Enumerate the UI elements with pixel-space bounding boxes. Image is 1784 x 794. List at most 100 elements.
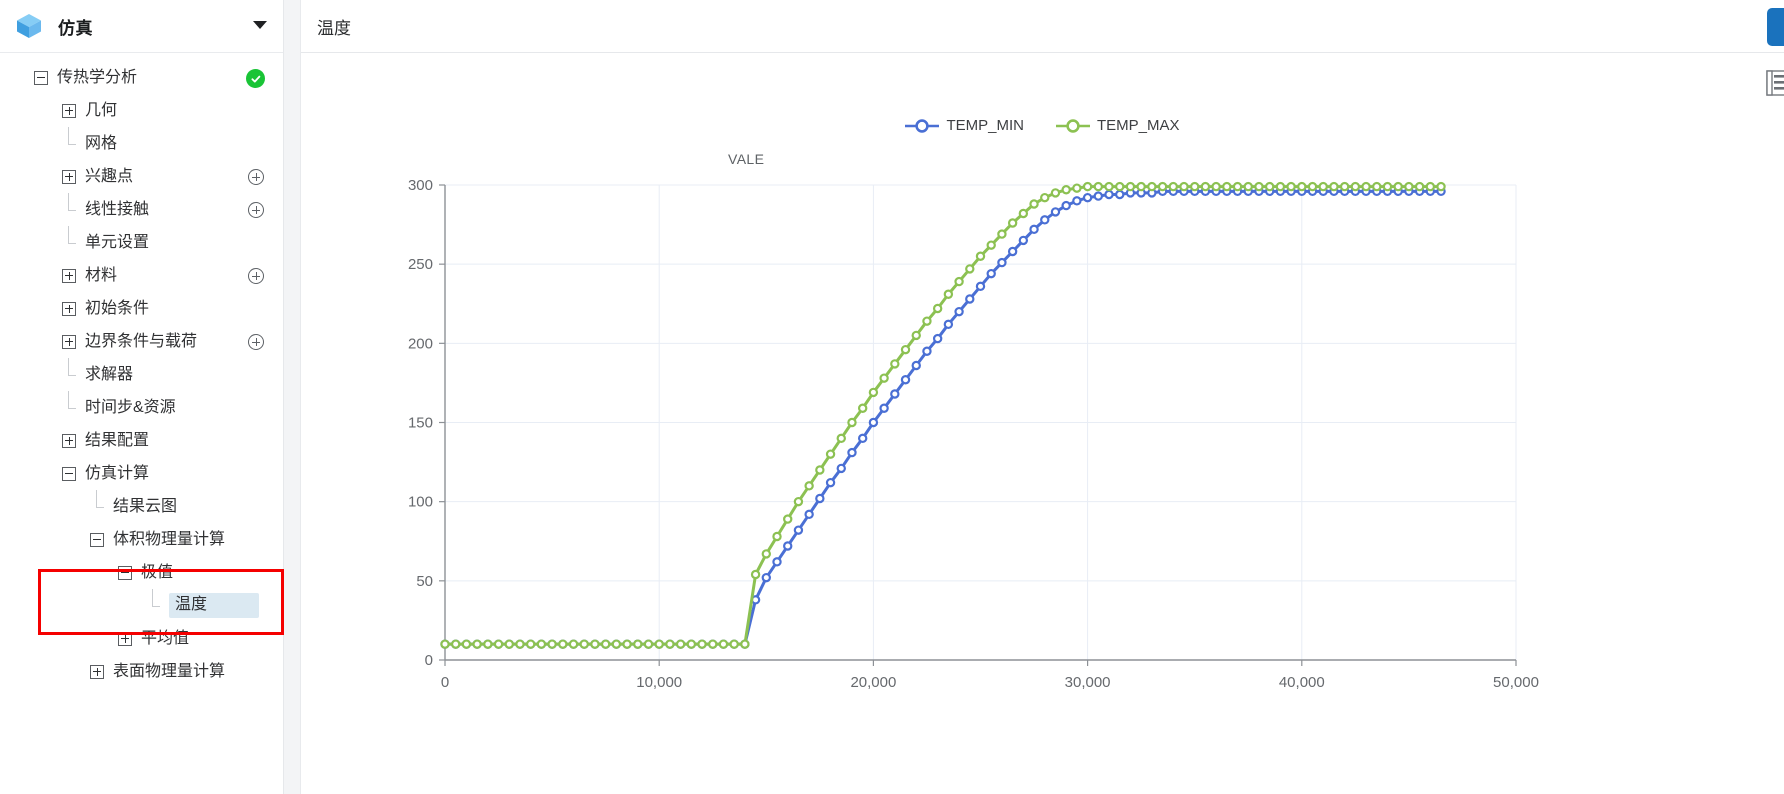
data-point: [1361, 181, 1371, 192]
data-point: [579, 639, 589, 649]
data-point: [900, 344, 911, 355]
data-point: [997, 229, 1007, 239]
tree-item-label: 时间步&资源: [85, 398, 176, 416]
data-point: [1125, 181, 1136, 192]
collapse-icon[interactable]: [118, 565, 132, 580]
tree-item-15[interactable]: 极值: [0, 556, 283, 589]
expand-icon[interactable]: [62, 103, 76, 118]
tree-item-7[interactable]: 初始条件: [0, 292, 283, 325]
add-item-icon[interactable]: [248, 268, 264, 284]
data-point: [986, 268, 996, 279]
data-point: [1179, 181, 1189, 192]
tree-item-label: 初始条件: [85, 299, 150, 317]
data-point: [1029, 224, 1039, 235]
tree-item-label: 表面物理量计算: [113, 662, 226, 680]
data-point: [761, 572, 771, 583]
x-tick-label: 0: [441, 674, 449, 691]
data-point: [1018, 235, 1029, 246]
data-point: [965, 264, 975, 274]
data-point: [1404, 181, 1414, 192]
data-point: [954, 276, 964, 287]
tree-item-6[interactable]: 材料: [0, 259, 283, 292]
tree-item-17[interactable]: 平均值: [0, 622, 283, 655]
data-point: [1061, 200, 1071, 211]
data-point: [868, 417, 879, 428]
data-point: [750, 569, 761, 580]
tree-item-9[interactable]: 求解器: [0, 357, 283, 391]
data-point: [1264, 181, 1275, 192]
tree-item-10[interactable]: 时间步&资源: [0, 390, 283, 424]
tree-item-18[interactable]: 表面物理量计算: [0, 655, 283, 688]
data-point: [793, 496, 804, 507]
data-point: [1072, 183, 1082, 193]
chart-container: TEMP_MIN TEMP_MAX VALE 0 50 100 150 200 250 300…: [301, 53, 1784, 794]
y-tick-label: 100: [408, 494, 433, 511]
tree-item-1[interactable]: 几何: [0, 94, 283, 127]
tree-item-label: 兴趣点: [85, 167, 134, 185]
expand-icon[interactable]: [62, 433, 76, 448]
tree-item-0[interactable]: 传热学分析: [0, 61, 283, 94]
tree-item-16[interactable]: 温度: [0, 588, 283, 622]
tree-item-label: 几何: [85, 101, 118, 119]
data-point: [1007, 218, 1018, 228]
y-tick-label: 150: [408, 415, 433, 432]
data-point: [1425, 181, 1436, 192]
expand-icon[interactable]: [62, 301, 76, 316]
tree-item-label: 传热学分析: [57, 68, 138, 86]
data-point: [568, 639, 579, 649]
tree-branch-icon: [146, 588, 160, 613]
tree-branch-icon: [62, 126, 76, 151]
data-point: [1329, 181, 1339, 192]
data-point: [954, 306, 964, 317]
tree-item-3[interactable]: 兴趣点: [0, 160, 283, 193]
tree-item-label: 平均值: [141, 629, 190, 647]
collapse-icon[interactable]: [90, 532, 104, 547]
data-point: [1093, 191, 1104, 201]
x-tick-label: 50,000: [1493, 674, 1539, 691]
x-tick-label: 40,000: [1279, 674, 1325, 691]
data-point: [547, 639, 557, 649]
data-point: [847, 447, 857, 458]
tree-item-label: 结果云图: [113, 497, 178, 515]
expand-icon[interactable]: [90, 664, 104, 679]
expand-icon[interactable]: [62, 334, 76, 349]
expand-icon[interactable]: [62, 268, 76, 283]
panel-gap: [284, 0, 300, 794]
tree-item-8[interactable]: 边界条件与载荷: [0, 325, 283, 358]
collapse-icon[interactable]: [34, 70, 48, 85]
add-item-icon[interactable]: [248, 334, 264, 350]
add-item-icon[interactable]: [248, 169, 264, 185]
data-point: [665, 639, 675, 649]
tree-item-12[interactable]: 仿真计算: [0, 457, 283, 490]
expand-icon[interactable]: [118, 631, 132, 646]
data-point: [493, 639, 504, 649]
tree-item-14[interactable]: 体积物理量计算: [0, 523, 283, 556]
tree-item-13[interactable]: 结果云图: [0, 489, 283, 523]
data-point: [558, 639, 568, 649]
primary-action-button[interactable]: [1767, 8, 1784, 46]
data-point: [611, 639, 622, 649]
tree-item-2[interactable]: 网格: [0, 126, 283, 160]
data-point: [1318, 181, 1328, 192]
sidebar: 仿真 传热学分析 几何 网格 兴趣点 线性接触 单元设置 材料 初始条件 边界条件与载荷 求解器时…: [0, 0, 284, 794]
tree-item-label: 体积物理量计算: [113, 530, 226, 548]
y-tick-label: 200: [408, 335, 433, 352]
tree-item-4[interactable]: 线性接触: [0, 192, 283, 226]
data-point: [515, 639, 525, 649]
add-item-icon[interactable]: [248, 202, 264, 218]
expand-icon[interactable]: [62, 169, 76, 184]
data-point: [815, 493, 825, 504]
chevron-down-icon[interactable]: [253, 21, 267, 29]
data-point: [1286, 181, 1296, 192]
data-point: [783, 514, 793, 524]
tree-item-11[interactable]: 结果配置: [0, 424, 283, 457]
data-point: [1200, 181, 1211, 192]
data-point: [622, 639, 632, 649]
x-tick-label: 30,000: [1065, 674, 1111, 691]
data-point: [633, 639, 643, 649]
collapse-icon[interactable]: [62, 466, 76, 481]
series-line: [445, 185, 1442, 646]
tree-item-5[interactable]: 单元设置: [0, 225, 283, 259]
data-point: [1082, 192, 1093, 203]
data-point: [1061, 185, 1071, 195]
